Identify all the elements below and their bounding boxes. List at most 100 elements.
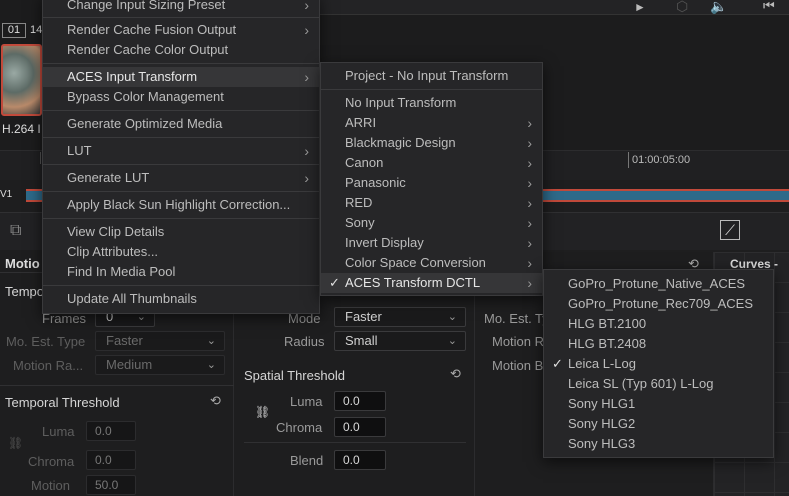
frame-number-partial: 14 bbox=[30, 24, 43, 36]
menu-item-label: GoPro_Protune_Native_ACES bbox=[568, 276, 746, 291]
menu-separator bbox=[43, 137, 319, 138]
mo-est-type-dropdown[interactable]: Faster ⌄ bbox=[95, 331, 225, 351]
submenu-item-aces-transform-dctl[interactable]: ✓ ACES Transform DCTL › bbox=[321, 273, 542, 293]
clip-thumbnail[interactable] bbox=[1, 44, 42, 116]
left-luma-field[interactable]: 0.0 bbox=[86, 421, 136, 441]
timecode: 01:00:05:00 bbox=[632, 154, 691, 166]
dctl-item-hlg-bt2408[interactable]: HLG BT.2408 bbox=[544, 334, 773, 354]
left-luma-label: Luma bbox=[42, 424, 75, 439]
left-chroma-label: Chroma bbox=[28, 454, 75, 469]
submenu-item-red[interactable]: RED › bbox=[321, 193, 542, 213]
cube-icon[interactable]: ⬡ bbox=[676, 0, 688, 15]
chevron-right-icon: › bbox=[527, 135, 532, 151]
clip-context-menu: Change Input Sizing Preset › Render Cache… bbox=[42, 0, 320, 314]
left-chroma-field[interactable]: 0.0 bbox=[86, 450, 136, 470]
nodes-icon[interactable]: ⧉ bbox=[10, 222, 21, 240]
submenu-item-no-input-transform[interactable]: No Input Transform bbox=[321, 93, 542, 113]
menu-item-generate-optimized-media[interactable]: Generate Optimized Media bbox=[43, 114, 319, 134]
chevron-right-icon: › bbox=[527, 115, 532, 131]
submenu-item-project-no-input-transform[interactable]: Project - No Input Transform bbox=[321, 66, 542, 86]
chevron-right-icon: › bbox=[304, 0, 309, 13]
menu-item-aces-input-transform[interactable]: ACES Input Transform › bbox=[43, 67, 319, 87]
skip-back-icon[interactable]: ⏮ bbox=[763, 0, 775, 14]
timeline-tick bbox=[628, 152, 629, 168]
link-icon[interactable]: ⛓ bbox=[255, 405, 270, 419]
reset-icon[interactable]: ⟲ bbox=[210, 393, 221, 409]
menu-item-view-clip-details[interactable]: View Clip Details bbox=[43, 222, 319, 242]
menu-separator bbox=[43, 110, 319, 111]
chevron-down-icon: ⌄ bbox=[206, 359, 216, 371]
menu-item-find-in-media-pool[interactable]: Find In Media Pool bbox=[43, 262, 319, 282]
dctl-item-leica-l-log[interactable]: ✓ Leica L-Log bbox=[544, 354, 773, 374]
menu-item-update-all-thumbnails[interactable]: Update All Thumbnails bbox=[43, 289, 319, 309]
submenu-item-sony[interactable]: Sony › bbox=[321, 213, 542, 233]
menu-separator bbox=[43, 164, 319, 165]
mid-chroma-field[interactable]: 0.0 bbox=[334, 417, 386, 437]
speaker-icon[interactable]: 🔈 bbox=[710, 0, 727, 15]
submenu-item-color-space-conversion[interactable]: Color Space Conversion › bbox=[321, 253, 542, 273]
dctl-item-sony-hlg2[interactable]: Sony HLG2 bbox=[544, 414, 773, 434]
menu-item-change-input-sizing-preset[interactable]: Change Input Sizing Preset › bbox=[43, 0, 319, 15]
chevron-right-icon: › bbox=[527, 275, 532, 291]
chevron-right-icon: › bbox=[527, 195, 532, 211]
menu-separator bbox=[321, 89, 542, 90]
dctl-item-hlg-bt2100[interactable]: HLG BT.2100 bbox=[544, 314, 773, 334]
dctl-item-gopro-native[interactable]: GoPro_Protune_Native_ACES bbox=[544, 274, 773, 294]
submenu-item-canon[interactable]: Canon › bbox=[321, 153, 542, 173]
track-label: V1 bbox=[0, 189, 13, 200]
chevron-right-icon: › bbox=[304, 143, 309, 159]
radius-label: Radius bbox=[284, 334, 325, 349]
clip-caption: H.264 I bbox=[2, 122, 41, 136]
menu-item-label: Blackmagic Design bbox=[345, 135, 456, 150]
menu-item-label: Find In Media Pool bbox=[67, 264, 176, 279]
menu-item-label: Invert Display bbox=[345, 235, 424, 250]
dctl-item-gopro-rec709[interactable]: GoPro_Protune_Rec709_ACES bbox=[544, 294, 773, 314]
menu-item-label: Leica SL (Typ 601) L-Log bbox=[568, 376, 714, 391]
menu-item-render-cache-fusion-output[interactable]: Render Cache Fusion Output › bbox=[43, 20, 319, 40]
dctl-item-leica-sl-l-log[interactable]: Leica SL (Typ 601) L-Log bbox=[544, 374, 773, 394]
submenu-item-invert-display[interactable]: Invert Display › bbox=[321, 233, 542, 253]
dctl-item-sony-hlg1[interactable]: Sony HLG1 bbox=[544, 394, 773, 414]
submenu-item-panasonic[interactable]: Panasonic › bbox=[321, 173, 542, 193]
checkmark-icon: ✓ bbox=[552, 356, 563, 371]
menu-item-clip-attributes[interactable]: Clip Attributes... bbox=[43, 242, 319, 262]
menu-item-label: Apply Black Sun Highlight Correction... bbox=[67, 197, 291, 212]
blend-label: Blend bbox=[290, 453, 324, 468]
play-icon[interactable]: ► bbox=[634, 0, 646, 14]
right-motion-r-label: Motion R bbox=[492, 334, 545, 349]
mid-luma-label: Luma bbox=[290, 394, 323, 409]
menu-item-label: Render Cache Fusion Output bbox=[67, 22, 237, 37]
curves-icon[interactable]: ⟋ bbox=[720, 220, 740, 240]
frame-number-box: 01 bbox=[2, 23, 26, 38]
menu-item-render-cache-color-output[interactable]: Render Cache Color Output bbox=[43, 40, 319, 60]
menu-item-lut[interactable]: LUT › bbox=[43, 141, 319, 161]
chevron-down-icon: ⌄ bbox=[447, 335, 457, 347]
menu-separator bbox=[43, 17, 319, 18]
motion-range-dropdown[interactable]: Medium ⌄ bbox=[95, 355, 225, 375]
submenu-item-blackmagic-design[interactable]: Blackmagic Design › bbox=[321, 133, 542, 153]
menu-item-apply-black-sun[interactable]: Apply Black Sun Highlight Correction... bbox=[43, 195, 319, 215]
spatial-threshold-title: Spatial Threshold bbox=[244, 368, 345, 383]
menu-item-label: ARRI bbox=[345, 115, 377, 130]
menu-item-label: ACES Input Transform bbox=[67, 69, 198, 84]
timeline-tick bbox=[40, 152, 41, 164]
dctl-item-sony-hlg3[interactable]: Sony HLG3 bbox=[544, 434, 773, 454]
blend-field[interactable]: 0.0 bbox=[334, 450, 386, 470]
mode-dropdown[interactable]: Faster ⌄ bbox=[334, 307, 466, 327]
menu-item-label: Render Cache Color Output bbox=[67, 42, 229, 57]
menu-item-label: Sony HLG3 bbox=[568, 436, 636, 451]
menu-item-label: Canon bbox=[345, 155, 384, 170]
left-motion-field[interactable]: 50.0 bbox=[86, 475, 136, 495]
left-motion-label: Motion bbox=[31, 478, 71, 493]
reset-icon[interactable]: ⟲ bbox=[450, 366, 461, 382]
radius-value: Small bbox=[345, 333, 378, 348]
menu-item-bypass-color-management[interactable]: Bypass Color Management bbox=[43, 87, 319, 107]
left-divider bbox=[0, 385, 234, 386]
menu-item-label: Sony HLG1 bbox=[568, 396, 636, 411]
chevron-right-icon: › bbox=[304, 69, 309, 85]
link-icon[interactable]: ⛓ bbox=[8, 436, 23, 450]
menu-item-generate-lut[interactable]: Generate LUT › bbox=[43, 168, 319, 188]
radius-dropdown[interactable]: Small ⌄ bbox=[334, 331, 466, 351]
submenu-item-arri[interactable]: ARRI › bbox=[321, 113, 542, 133]
mid-luma-field[interactable]: 0.0 bbox=[334, 391, 386, 411]
